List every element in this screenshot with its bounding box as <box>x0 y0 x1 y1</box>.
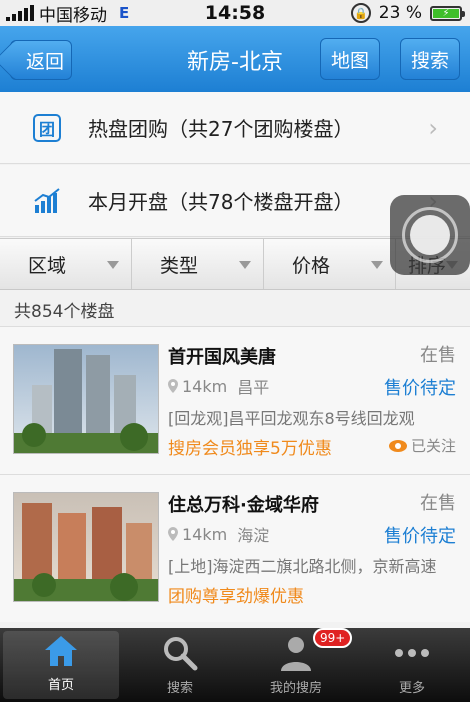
signal-icon <box>6 5 34 21</box>
battery-percent: 23 % <box>378 3 422 23</box>
listing-distance: 14km <box>182 524 228 544</box>
hot-group-buy-row[interactable]: 团 热盘团购（共27个团购楼盘） › <box>0 92 470 164</box>
listing-address: [回龙观]昌平回龙观东8号线回龙观 <box>168 409 415 428</box>
notification-badge: 99+ <box>313 628 353 648</box>
tab-my-soufun-label: 我的搜房 <box>269 681 322 696</box>
chevron-right-icon: › <box>428 113 438 142</box>
chart-icon <box>33 187 61 215</box>
filter-price-label: 价格 <box>292 254 331 277</box>
search-button[interactable]: 搜索 <box>400 38 460 80</box>
assistive-touch-button[interactable] <box>390 195 470 275</box>
home-icon <box>41 631 81 670</box>
dropdown-arrow-icon <box>239 261 251 269</box>
tab-search[interactable]: 搜索 <box>122 628 238 702</box>
listing-status: 在售 <box>420 493 456 514</box>
building-photo <box>13 492 159 602</box>
filter-area-label: 区域 <box>28 254 67 277</box>
user-icon <box>276 633 316 673</box>
tuan-icon: 团 <box>33 113 61 142</box>
listing-location: 14km 海淀 <box>168 522 269 546</box>
dropdown-arrow-icon <box>371 261 383 269</box>
result-count: 共854个楼盘 <box>14 302 115 322</box>
listing-status: 在售 <box>420 345 456 366</box>
listing-price: 售价待定 <box>384 378 456 399</box>
search-icon <box>160 633 200 673</box>
listing-district: 海淀 <box>237 526 270 545</box>
tab-bar: 首页 搜索 99+ 我的搜房 更多 <box>0 628 470 702</box>
battery-icon: ⚡ <box>430 5 465 21</box>
filter-area[interactable]: 区域 <box>0 239 132 289</box>
status-bar: 中国移动 E 14:58 🔒 23 % ⚡ <box>0 0 470 26</box>
location-pin-icon <box>168 379 178 393</box>
tab-my-soufun[interactable]: 99+ 我的搜房 <box>238 628 354 702</box>
rotation-lock-icon: 🔒 <box>350 3 371 23</box>
dropdown-arrow-icon <box>107 261 119 269</box>
building-photo <box>13 344 159 454</box>
eye-icon <box>388 439 407 452</box>
listing-address: [上地]海淀西二旗北路北侧，京新高速 <box>168 557 437 576</box>
monthly-opening-label: 本月开盘（共78个楼盘开盘） <box>88 190 354 214</box>
nav-bar: 返回 新房-北京 地图 搜索 <box>0 26 470 92</box>
filter-type[interactable]: 类型 <box>132 239 264 289</box>
carrier-name: 中国移动 <box>39 5 107 26</box>
back-button[interactable]: 返回 <box>10 40 72 80</box>
listing-promo: 团购尊享劲爆优惠 <box>168 587 304 607</box>
tab-home[interactable]: 首页 <box>3 631 119 699</box>
tab-more-label: 更多 <box>398 681 425 696</box>
network-type: E <box>119 4 130 22</box>
listing-name: 住总万科·金域华府 <box>168 495 319 516</box>
tab-home-label: 首页 <box>47 678 74 693</box>
listing-district: 昌平 <box>237 378 270 397</box>
filter-price[interactable]: 价格 <box>264 239 396 289</box>
listing-name: 首开国风美唐 <box>168 347 276 368</box>
map-button[interactable]: 地图 <box>320 38 380 80</box>
listing-location: 14km 昌平 <box>168 374 269 398</box>
filter-type-label: 类型 <box>160 254 199 277</box>
follow-label: 已关注 <box>410 437 456 455</box>
more-icon <box>392 633 432 673</box>
follow-status[interactable]: 已关注 <box>388 435 456 456</box>
location-pin-icon <box>168 527 178 541</box>
listing-promo: 搜房会员独享5万优惠 <box>168 439 332 459</box>
listing-price: 售价待定 <box>384 526 456 547</box>
hot-group-buy-label: 热盘团购（共27个团购楼盘） <box>88 117 354 141</box>
tab-more[interactable]: 更多 <box>354 628 470 702</box>
page-title: 新房-北京 <box>187 50 283 75</box>
listing-item[interactable]: 住总万科·金域华府 在售 14km 海淀 售价待定 [上地]海淀西二旗北路北侧，… <box>0 474 470 622</box>
tab-search-label: 搜索 <box>166 681 193 696</box>
listing-distance: 14km <box>182 376 228 396</box>
listing-item[interactable]: 首开国风美唐 在售 14km 昌平 售价待定 [回龙观]昌平回龙观东8号线回龙观… <box>0 326 470 474</box>
